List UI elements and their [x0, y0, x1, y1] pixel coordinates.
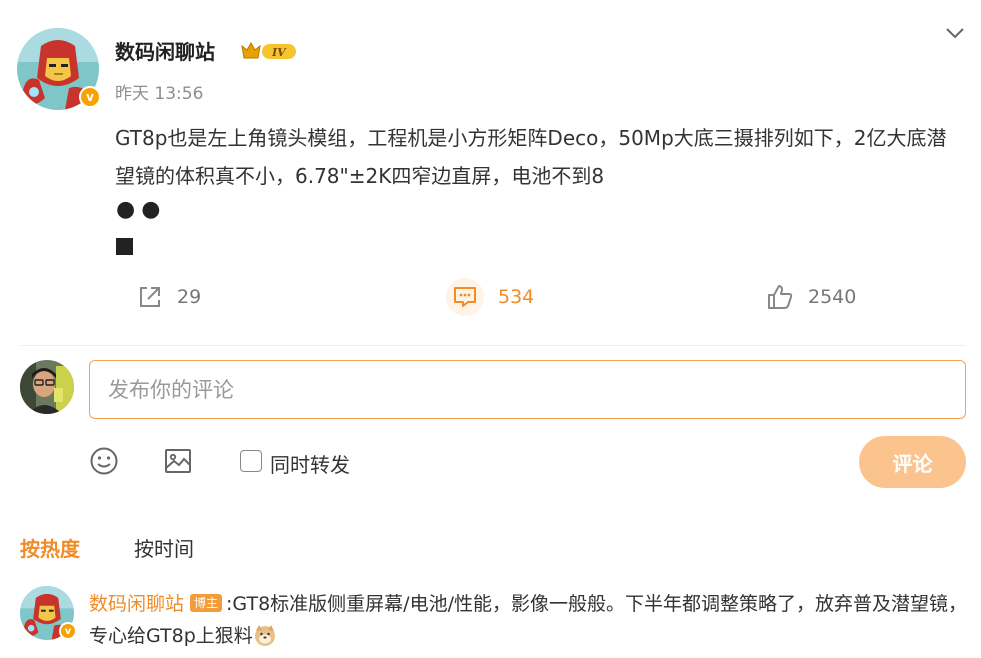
image-button[interactable] — [163, 446, 193, 480]
doge-emoji-icon — [254, 625, 275, 646]
comment-author[interactable]: 数码闲聊站 — [89, 593, 184, 615]
level-badge-text: IV — [271, 46, 287, 59]
author-name[interactable]: 数码闲聊站 — [115, 36, 215, 65]
repost-label[interactable]: 同时转发 — [270, 449, 350, 478]
like-button[interactable]: 2540 — [766, 282, 856, 312]
share-button[interactable]: 29 — [137, 282, 201, 312]
current-user-avatar[interactable] — [20, 360, 74, 414]
author-avatar[interactable]: v — [17, 28, 101, 110]
tab-sort-time[interactable]: 按时间 — [134, 533, 194, 562]
share-count: 29 — [177, 286, 202, 308]
share-icon — [140, 287, 160, 307]
emoji-button[interactable] — [89, 446, 119, 480]
comment-input[interactable] — [89, 360, 966, 419]
comment-item: 数码闲聊站 博主:GT8标准版侧重屏幕/电池/性能，影像一般般。下半年都调整策略了… — [89, 588, 969, 652]
chevron-down-icon[interactable] — [944, 24, 966, 42]
divider — [20, 345, 966, 346]
crown-level-icon[interactable]: IV — [240, 40, 298, 62]
verified-icon: v — [79, 86, 101, 108]
repost-checkbox[interactable] — [240, 450, 262, 472]
post-text-dots: ●● — [116, 197, 167, 222]
comment-button[interactable]: 534 — [446, 278, 535, 316]
emoji-icon — [90, 447, 118, 475]
post-text: GT8p也是左上角镜头模组，工程机是小方形矩阵Deco，50Mp大底三摄排列如下… — [115, 126, 947, 188]
post-time[interactable]: 昨天 13:56 — [115, 79, 203, 104]
comment-avatar[interactable]: v — [20, 586, 77, 640]
comment-count: 534 — [498, 286, 535, 308]
verified-icon: v — [59, 622, 77, 640]
like-icon — [768, 285, 793, 309]
host-tag: 博主 — [190, 594, 223, 612]
like-count: 2540 — [808, 286, 857, 308]
tab-sort-hot[interactable]: 按热度 — [20, 533, 80, 562]
comment-icon — [446, 278, 484, 316]
image-icon — [165, 449, 191, 473]
post-text-square — [116, 238, 133, 255]
submit-comment-button[interactable]: 评论 — [859, 436, 966, 488]
user-photo-icon — [20, 360, 74, 414]
